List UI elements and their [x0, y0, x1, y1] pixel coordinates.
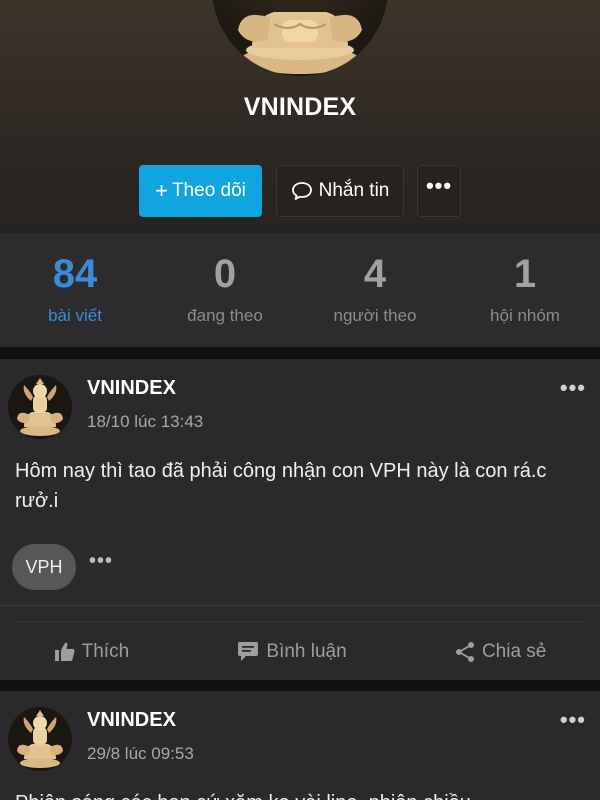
like-label: Thích: [81, 641, 130, 662]
buddha-avatar-icon: [17, 710, 63, 768]
stat-followers-label: người theo: [333, 306, 417, 325]
thumbs-up-icon: [54, 642, 75, 661]
more-options-button[interactable]: •••: [417, 165, 461, 217]
profile-name: VNINDEX: [243, 93, 357, 121]
section-separator: [0, 347, 600, 359]
post-actions: Thích Bình luận Chia sẻ: [0, 629, 600, 675]
post-author-avatar[interactable]: [8, 707, 72, 771]
tag-more-button[interactable]: •••: [89, 550, 113, 573]
stock-tag[interactable]: VPH: [12, 544, 76, 590]
share-button[interactable]: Chia sẻ: [454, 641, 546, 663]
more-dots-icon: •••: [425, 173, 453, 198]
stat-posts[interactable]: 84 bài viết: [0, 233, 150, 347]
stat-groups-value: 1: [513, 252, 537, 296]
comment-button[interactable]: Bình luận: [236, 641, 347, 663]
share-label: Chia sẻ: [481, 641, 547, 662]
post-timestamp: 18/10 lúc 13:43: [87, 412, 204, 431]
buddha-avatar-icon: [17, 378, 63, 436]
message-button[interactable]: Nhắn tin: [276, 165, 404, 217]
chat-bubble-icon: [291, 182, 312, 200]
post-content: Hôm nay thì tao đã phải công nhận con VP…: [15, 460, 547, 512]
profile-header: VNINDEX + Theo dõi Nhắn tin •••: [0, 0, 600, 233]
post-separator: [0, 680, 600, 691]
comment-icon: [238, 642, 259, 661]
post-timestamp: 29/8 lúc 09:53: [87, 744, 194, 763]
stat-posts-value: 84: [52, 252, 98, 296]
stat-followers[interactable]: 4 người theo: [300, 233, 450, 347]
post-author-name[interactable]: VNINDEX: [87, 709, 176, 732]
post-author-avatar[interactable]: [8, 375, 72, 439]
buddha-avatar-icon: [238, 12, 362, 74]
post-divider: [12, 621, 588, 622]
stat-following[interactable]: 0 đang theo: [150, 233, 300, 347]
post-card: VNINDEX 18/10 lúc 13:43 ••• Hôm nay thì …: [0, 359, 600, 680]
follow-label: Theo dõi: [171, 180, 246, 201]
plus-icon: +: [155, 178, 168, 203]
follow-button[interactable]: + Theo dõi: [139, 165, 262, 217]
share-icon: [455, 642, 474, 662]
stat-posts-label: bài viết: [48, 306, 102, 325]
stat-followers-value: 4: [363, 252, 387, 296]
stat-groups-label: hội nhóm: [490, 306, 560, 325]
post-menu-button[interactable]: •••: [560, 375, 586, 401]
comment-label: Bình luận: [266, 641, 347, 662]
stat-groups[interactable]: 1 hội nhóm: [450, 233, 600, 347]
message-label: Nhắn tin: [318, 180, 390, 201]
profile-stats: 84 bài viết 0 đang theo 4 người theo 1 h…: [0, 233, 600, 347]
post-content: Phiên sáng các bạn cứ xăm ke vài line, p…: [15, 788, 575, 800]
stat-following-label: đang theo: [187, 306, 263, 325]
post-author-name[interactable]: VNINDEX: [87, 377, 176, 400]
profile-avatar[interactable]: [212, 0, 388, 76]
like-button[interactable]: Thích: [54, 641, 130, 663]
stat-following-value: 0: [213, 252, 237, 296]
post-card: VNINDEX 29/8 lúc 09:53 ••• Phiên sáng cá…: [0, 691, 600, 800]
post-menu-button[interactable]: •••: [560, 707, 586, 733]
post-divider: [0, 605, 600, 606]
